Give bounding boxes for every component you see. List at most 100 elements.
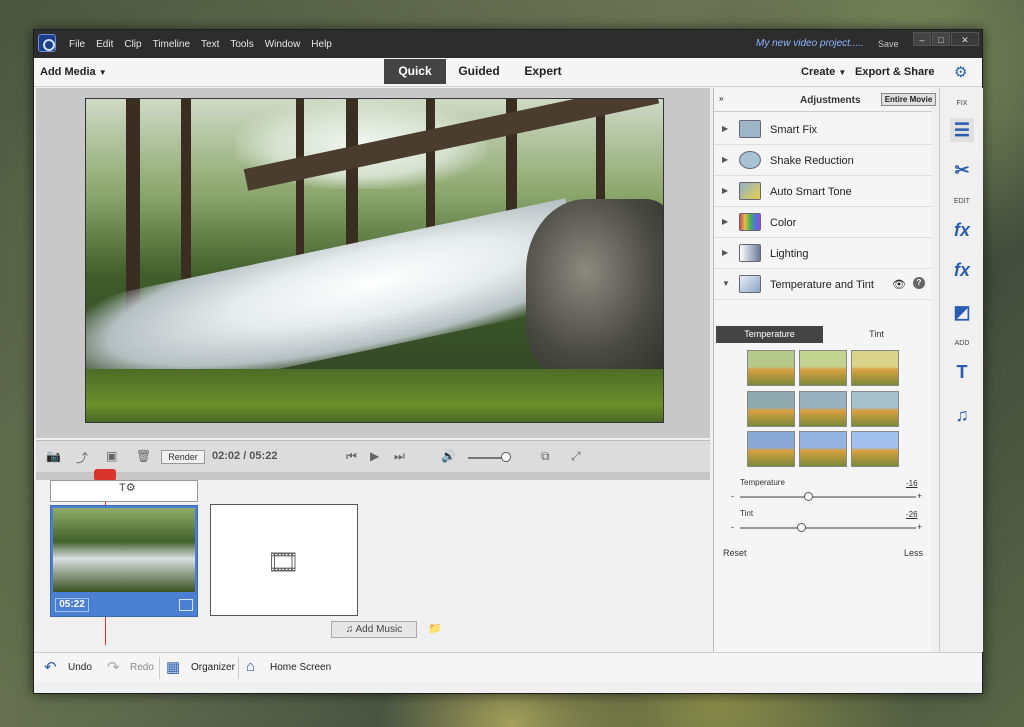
adjustment-label: Temperature and Tint	[770, 279, 874, 291]
music-icon[interactable]: ♫	[950, 403, 974, 427]
expand-arrow-icon[interactable]: ▶	[722, 124, 728, 133]
less-button[interactable]: Less	[904, 548, 923, 558]
minimize-button[interactable]: –	[913, 32, 931, 46]
home-icon[interactable]: ⌂	[246, 658, 255, 675]
tools-icon[interactable]: ✂	[950, 158, 974, 182]
entire-movie-button[interactable]: Entire Movie	[881, 93, 936, 106]
adjustment-auto-smart-tone[interactable]: ▶ Auto Smart Tone	[714, 176, 932, 207]
temperature-preset-thumb[interactable]	[799, 350, 847, 386]
temperature-preset-thumb[interactable]	[799, 390, 847, 427]
collapse-arrow-icon[interactable]: ▼	[722, 279, 730, 288]
menu-text[interactable]: Text	[201, 39, 219, 50]
add-media-drop-zone[interactable]: 🎞	[210, 504, 358, 616]
create-button[interactable]: Create ▼	[801, 66, 846, 78]
effects-icon[interactable]: fx	[950, 258, 974, 282]
temperature-preset-thumb[interactable]	[747, 431, 795, 468]
gear-icon[interactable]: ⚙	[954, 63, 967, 81]
titles-icon[interactable]: T	[950, 360, 974, 384]
timecode: 02:02 / 05:22	[212, 450, 278, 462]
render-preview-icon[interactable]: ⧉	[541, 449, 550, 464]
temperature-preset-thumb[interactable]	[799, 431, 847, 468]
expand-arrow-icon[interactable]: ▶	[722, 155, 728, 164]
temperature-preset-thumb[interactable]	[851, 390, 899, 427]
reset-button[interactable]: Reset	[723, 548, 747, 558]
expand-arrow-icon[interactable]: ▶	[722, 248, 728, 257]
tint-value[interactable]: -26	[906, 510, 918, 519]
render-button[interactable]: Render	[161, 450, 205, 464]
tab-guided[interactable]: Guided	[448, 59, 510, 84]
expand-arrow-icon[interactable]: ▶	[722, 186, 728, 195]
clip-fx-icon[interactable]	[179, 599, 193, 611]
text-track[interactable]: T⚙	[50, 480, 198, 502]
add-media-button[interactable]: Add Media ▼	[40, 66, 107, 78]
tint-decrease[interactable]: -	[731, 522, 734, 532]
menu-timeline[interactable]: Timeline	[153, 39, 190, 50]
transitions-icon[interactable]: ◩	[950, 300, 974, 324]
temperature-slider[interactable]	[740, 496, 916, 498]
expand-arrow-icon[interactable]: ▶	[722, 217, 728, 226]
temperature-value[interactable]: -16	[906, 479, 918, 488]
adjustments-icon[interactable]: ☰	[950, 118, 974, 142]
tint-knob[interactable]	[797, 523, 806, 532]
menu-clip[interactable]: Clip	[124, 39, 141, 50]
fullscreen-icon[interactable]: ⤢	[571, 449, 581, 464]
mode-tabs: Quick Guided Expert	[384, 59, 576, 84]
skip-back-icon[interactable]: ⏮	[346, 449, 357, 464]
menu-file[interactable]: File	[69, 39, 85, 50]
temperature-increase[interactable]: +	[917, 491, 922, 501]
timeline-ruler[interactable]	[36, 472, 710, 480]
undo-button[interactable]: Undo	[68, 662, 92, 673]
tab-tint[interactable]: Tint	[823, 326, 930, 343]
organizer-icon[interactable]: ▦	[166, 658, 180, 676]
video-preview[interactable]	[85, 98, 664, 423]
organizer-button[interactable]: Organizer	[191, 662, 235, 673]
app-logo-icon[interactable]	[38, 34, 56, 52]
adjustment-lighting[interactable]: ▶ Lighting	[714, 238, 932, 269]
temperature-preset-thumb[interactable]	[747, 350, 795, 386]
close-button[interactable]: ✕	[951, 32, 979, 46]
crop-icon[interactable]: ▣	[106, 449, 117, 463]
folder-icon[interactable]: 📁	[428, 622, 442, 635]
app-window: File Edit Clip Timeline Text Tools Windo…	[33, 29, 983, 694]
menu-edit[interactable]: Edit	[96, 39, 113, 50]
tab-temperature[interactable]: Temperature	[716, 326, 823, 343]
help-icon[interactable]: ?	[913, 277, 925, 289]
volume-icon[interactable]: 🔊	[441, 449, 456, 463]
adjustment-smart-fix[interactable]: ▶ Smart Fix	[714, 114, 932, 145]
volume-knob[interactable]	[501, 452, 511, 462]
menu-window[interactable]: Window	[265, 39, 301, 50]
save-button[interactable]: Save	[878, 39, 899, 49]
adjustment-color[interactable]: ▶ Color	[714, 207, 932, 238]
adjustment-temperature-tint[interactable]: ▼ Temperature and Tint 👁 ?	[714, 269, 932, 300]
collapse-panel-icon[interactable]: »	[719, 94, 723, 103]
lighting-icon	[739, 244, 761, 262]
adjustment-shake-reduction[interactable]: ▶ Shake Reduction	[714, 145, 932, 176]
temperature-knob[interactable]	[804, 492, 813, 501]
temperature-preset-thumb[interactable]	[747, 390, 795, 427]
tint-increase[interactable]: +	[917, 522, 922, 532]
camera-icon[interactable]: 📷	[46, 449, 61, 463]
temperature-preset-thumb[interactable]	[851, 350, 899, 386]
tab-expert[interactable]: Expert	[512, 59, 574, 84]
temperature-preset-thumb[interactable]	[851, 431, 899, 468]
color-icon	[739, 213, 761, 231]
undo-icon[interactable]: ↶	[44, 658, 57, 676]
rotate-icon[interactable]: ⤴	[76, 449, 88, 466]
add-media-clip-icon[interactable]: 🎞	[267, 547, 300, 578]
trash-icon[interactable]: 🗑	[136, 449, 151, 463]
tab-quick[interactable]: Quick	[384, 59, 446, 84]
home-screen-button[interactable]: Home Screen	[270, 662, 331, 673]
add-music-button[interactable]: ♫ Add Music	[331, 621, 417, 638]
maximize-button[interactable]: □	[932, 32, 950, 46]
eye-icon[interactable]: 👁	[892, 278, 906, 291]
add-text-icon[interactable]: T⚙	[119, 482, 136, 494]
tint-slider[interactable]	[740, 527, 916, 529]
menu-tools[interactable]: Tools	[230, 39, 253, 50]
play-icon[interactable]: ▶	[370, 449, 379, 463]
menu-help[interactable]: Help	[311, 39, 332, 50]
video-clip[interactable]: 05:22	[50, 505, 198, 617]
skip-forward-icon[interactable]: ⏭	[394, 449, 405, 464]
temperature-decrease[interactable]: -	[731, 491, 734, 501]
fx-edit-icon[interactable]: fx	[950, 218, 974, 242]
export-share-button[interactable]: Export & Share	[855, 66, 934, 78]
